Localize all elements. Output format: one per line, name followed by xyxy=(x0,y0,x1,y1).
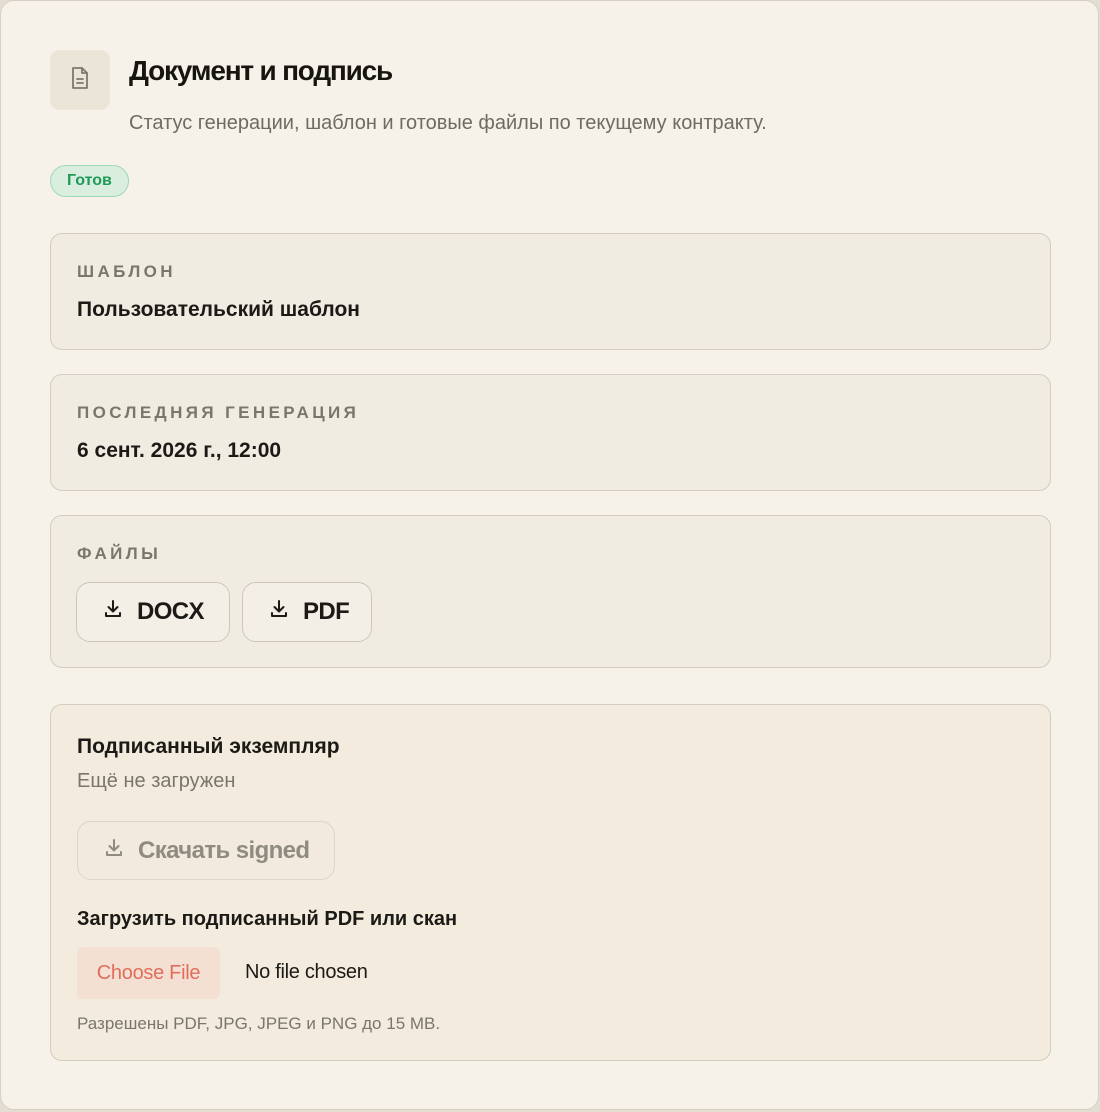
last-generation-value: 6 сент. 2026 г., 12:00 xyxy=(77,439,282,462)
file-text-icon xyxy=(69,66,91,95)
document-icon-box xyxy=(50,50,110,110)
download-docx-label: DOCX xyxy=(137,598,205,625)
download-icon xyxy=(269,598,303,626)
files-label: ФАЙЛЫ xyxy=(77,544,162,563)
choose-file-button[interactable]: Choose File xyxy=(77,947,220,999)
panel-subtitle: Статус генерации, шаблон и готовые файлы… xyxy=(129,112,767,134)
template-label: ШАБЛОН xyxy=(77,262,176,281)
download-icon xyxy=(104,837,138,865)
download-docx-button[interactable]: DOCX xyxy=(76,582,230,642)
template-value: Пользовательский шаблон xyxy=(77,298,360,321)
signed-copy-title: Подписанный экземпляр xyxy=(77,735,340,758)
download-signed-label: Скачать signed xyxy=(138,836,310,864)
files-card: ФАЙЛЫ DOCX PDF xyxy=(50,515,1051,668)
signed-copy-status: Ещё не загружен xyxy=(77,770,236,792)
no-file-chosen-text: No file chosen xyxy=(245,961,368,983)
download-pdf-button[interactable]: PDF xyxy=(242,582,372,642)
allowed-formats-hint: Разрешены PDF, JPG, JPEG и PNG до 15 MB. xyxy=(77,1014,441,1033)
download-signed-button[interactable]: Скачать signed xyxy=(77,821,335,880)
upload-label: Загрузить подписанный PDF или скан xyxy=(77,908,458,930)
download-icon xyxy=(103,598,137,626)
document-signature-panel: Документ и подпись Статус генерации, шаб… xyxy=(0,0,1099,1110)
status-badge: Готов xyxy=(50,165,129,197)
template-card: ШАБЛОН Пользовательский шаблон xyxy=(50,233,1051,350)
download-pdf-label: PDF xyxy=(303,598,350,625)
last-generation-label: ПОСЛЕДНЯЯ ГЕНЕРАЦИЯ xyxy=(77,403,360,422)
last-generation-card: ПОСЛЕДНЯЯ ГЕНЕРАЦИЯ 6 сент. 2026 г., 12:… xyxy=(50,374,1051,491)
signed-copy-card: Подписанный экземпляр Ещё не загружен Ск… xyxy=(50,704,1051,1061)
panel-title: Документ и подпись xyxy=(129,55,393,86)
